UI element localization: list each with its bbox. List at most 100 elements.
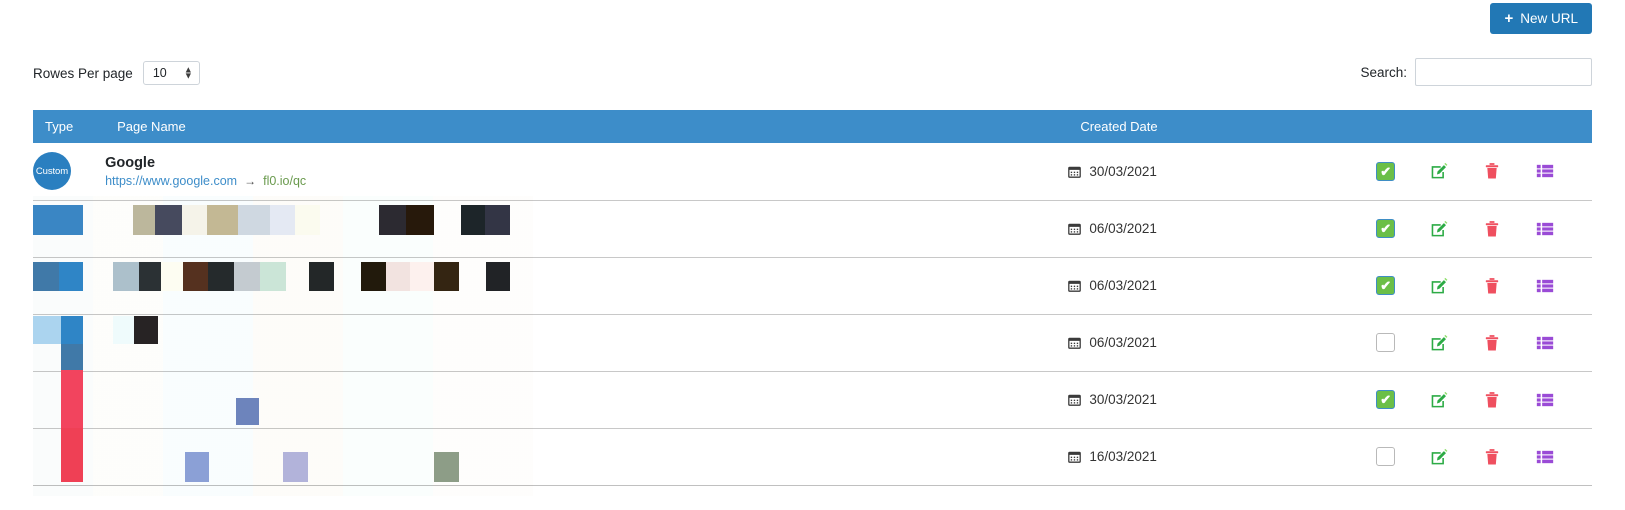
created-date-text: 06/03/2021 — [1089, 278, 1157, 293]
redaction-tile — [113, 262, 139, 291]
status-checkbox[interactable]: ✔ — [1375, 160, 1397, 182]
details-list-icon[interactable] — [1534, 389, 1556, 411]
created-date: 06/03/2021 — [1068, 221, 1356, 236]
status-checkbox[interactable] — [1375, 446, 1397, 468]
delete-icon[interactable] — [1481, 332, 1503, 354]
cell-created-date: 06/03/2021 — [1068, 257, 1357, 315]
redaction-tile — [134, 316, 158, 344]
check-icon: ✔ — [1380, 221, 1392, 236]
calendar-icon — [1068, 165, 1082, 178]
search-input[interactable] — [1415, 58, 1592, 86]
redaction-tile — [61, 428, 83, 482]
column-header-type[interactable]: Type — [33, 110, 106, 143]
new-url-button[interactable]: + New URL — [1490, 3, 1592, 34]
redaction-tile — [379, 205, 406, 235]
calendar-icon — [1068, 222, 1082, 235]
page-url-links: https://www.google.com → fl0.io/qc — [105, 174, 1068, 188]
status-checkbox[interactable]: ✔ — [1375, 389, 1397, 411]
edit-icon[interactable] — [1428, 275, 1450, 297]
redaction-tile — [238, 205, 270, 235]
created-date-text: 30/03/2021 — [1089, 163, 1157, 179]
redaction-tile — [283, 452, 308, 482]
redaction-tile — [309, 262, 334, 291]
redaction-blur-wash — [33, 196, 533, 496]
created-date: 06/03/2021 — [1068, 278, 1356, 293]
created-date: 16/03/2021 — [1068, 449, 1356, 464]
page-toolbar: + New URL — [0, 0, 1625, 42]
cell-actions: ✔ — [1356, 143, 1592, 201]
table-header-row: Type Page Name Created Date — [33, 110, 1592, 143]
delete-icon[interactable] — [1481, 389, 1503, 411]
details-list-icon[interactable] — [1534, 332, 1556, 354]
delete-icon[interactable] — [1481, 446, 1503, 468]
redaction-tile — [208, 262, 234, 291]
status-checkbox[interactable] — [1375, 332, 1397, 354]
delete-icon[interactable] — [1481, 218, 1503, 240]
search-label: Search: — [1360, 64, 1407, 80]
edit-icon[interactable] — [1428, 218, 1450, 240]
status-checkbox-box — [1376, 447, 1396, 466]
redaction-tile — [139, 262, 161, 291]
status-checkbox-box: ✔ — [1376, 161, 1396, 181]
redaction-tile — [33, 205, 83, 235]
details-list-icon[interactable] — [1534, 446, 1556, 468]
rows-per-page-value: 10 — [152, 66, 167, 80]
row-actions: ✔ — [1357, 389, 1592, 411]
status-checkbox[interactable]: ✔ — [1375, 275, 1397, 297]
delete-icon[interactable] — [1481, 160, 1503, 182]
redaction-tile — [434, 262, 459, 291]
cell-page-name: Google https://www.google.com → fl0.io/qc — [105, 143, 1069, 201]
redaction-tile — [406, 205, 434, 235]
column-header-created-date[interactable]: Created Date — [1068, 110, 1357, 143]
table-header: Type Page Name Created Date — [33, 110, 1592, 143]
page-title: Google — [105, 155, 156, 172]
details-list-icon[interactable] — [1534, 275, 1556, 297]
rows-per-page-select[interactable]: 10 ▲ ▼ — [142, 61, 200, 85]
redaction-tile — [59, 262, 83, 291]
details-list-icon[interactable] — [1534, 160, 1556, 182]
redaction-tile — [61, 370, 83, 428]
cell-actions — [1356, 314, 1592, 372]
details-list-icon[interactable] — [1534, 218, 1556, 240]
status-checkbox-box — [1376, 333, 1396, 352]
delete-icon[interactable] — [1481, 275, 1503, 297]
edit-icon[interactable] — [1428, 160, 1450, 182]
cell-actions: ✔ — [1356, 371, 1592, 429]
redaction-tile — [461, 205, 485, 235]
redaction-tile — [182, 205, 207, 235]
redaction-tile — [155, 205, 182, 235]
stepper-arrows-icon: ▲ ▼ — [183, 64, 193, 80]
redaction-tile — [133, 205, 155, 235]
redaction-tile — [485, 205, 510, 235]
edit-icon[interactable] — [1428, 389, 1450, 411]
cell-actions — [1356, 428, 1592, 486]
redaction-tile — [161, 262, 183, 291]
column-header-page-name[interactable]: Page Name — [105, 110, 1069, 143]
check-icon: ✔ — [1380, 392, 1392, 407]
short-url-link[interactable]: fl0.io/qc — [263, 174, 306, 188]
cell-created-date: 06/03/2021 — [1068, 200, 1357, 258]
created-date-text: 30/03/2021 — [1089, 392, 1157, 407]
redaction-tile — [33, 262, 59, 291]
edit-icon[interactable] — [1428, 332, 1450, 354]
edit-icon[interactable] — [1428, 446, 1450, 468]
created-date-text: 06/03/2021 — [1089, 335, 1157, 350]
calendar-icon — [1068, 450, 1082, 463]
created-date: 06/03/2021 — [1068, 335, 1356, 350]
cell-created-date: 16/03/2021 — [1068, 428, 1357, 486]
arrow-right-icon: → — [244, 174, 257, 189]
redaction-tile — [236, 398, 259, 425]
status-checkbox-box: ✔ — [1376, 390, 1396, 409]
type-badge: Custom — [33, 152, 71, 191]
long-url-link[interactable]: https://www.google.com — [105, 174, 237, 188]
check-icon: ✔ — [1380, 163, 1392, 179]
rows-per-page-label: Rowes Per page — [33, 65, 133, 81]
table-row: Custom Google https://www.google.com → fl0.i… — [33, 143, 1592, 201]
cell-created-date: 30/03/2021 — [1068, 143, 1357, 201]
check-icon: ✔ — [1380, 278, 1392, 293]
calendar-icon — [1068, 279, 1082, 292]
status-checkbox[interactable]: ✔ — [1375, 218, 1397, 240]
redaction-tile — [61, 344, 83, 370]
cell-created-date: 06/03/2021 — [1068, 314, 1357, 372]
redaction-tile — [33, 316, 61, 344]
